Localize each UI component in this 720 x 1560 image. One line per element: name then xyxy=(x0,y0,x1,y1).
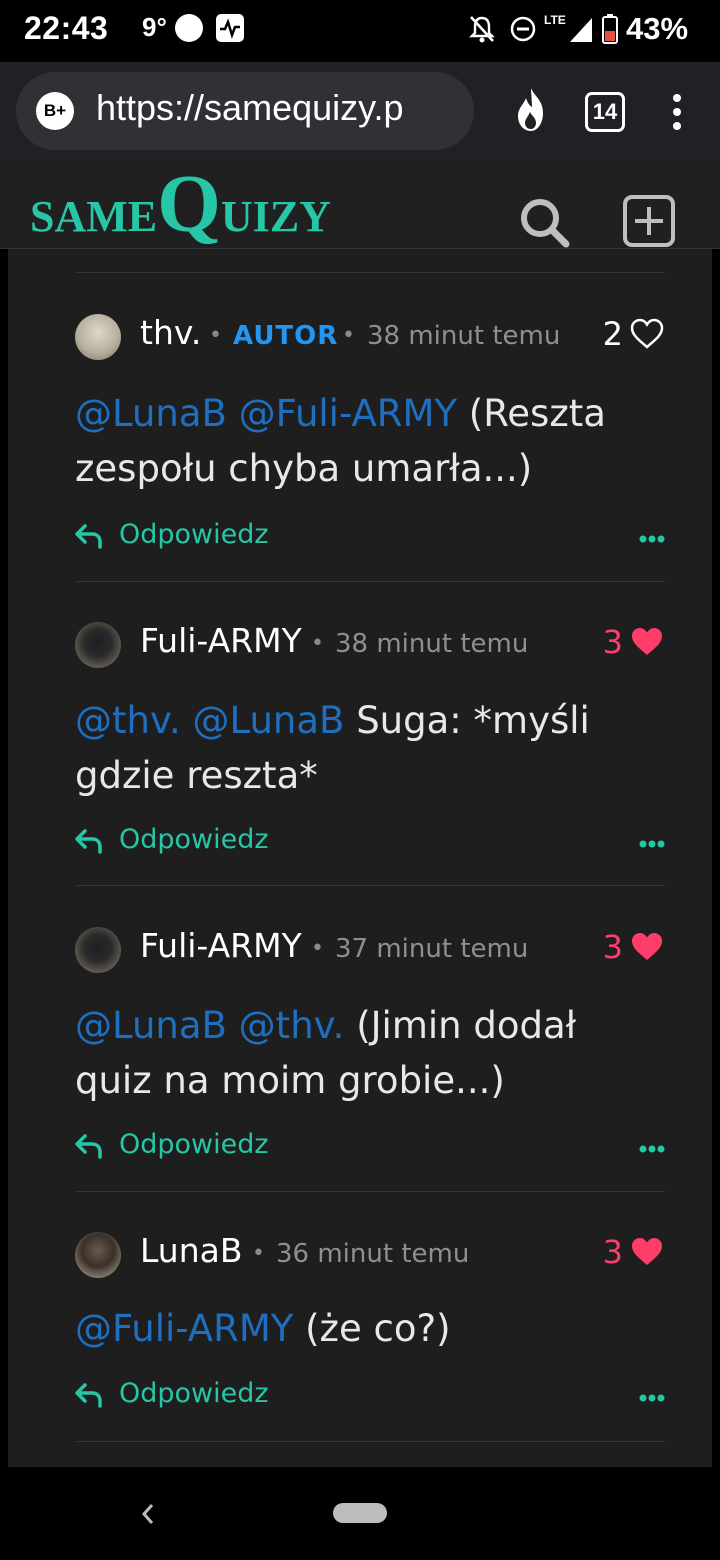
reply-arrow-icon xyxy=(75,1383,102,1408)
comment-author[interactable]: LunaB xyxy=(140,1231,243,1270)
reply-arrow-icon xyxy=(75,829,102,854)
avatar[interactable] xyxy=(75,314,121,360)
browser-toolbar: B+ https://samequizy.p 14 xyxy=(0,62,720,164)
comment-item: Fuli-ARMY • 38 minut temu 3 @thv. @LunaB… xyxy=(75,621,665,891)
comment-body: @LunaB @Fuli-ARMY (Reszta zespołu chyba … xyxy=(75,386,635,496)
comment-author[interactable]: Fuli-ARMY xyxy=(140,926,302,965)
comment-text: (że co?) xyxy=(293,1307,451,1350)
battery-icon xyxy=(602,14,618,44)
url-text[interactable]: https://samequizy.p xyxy=(96,87,466,129)
add-quiz-icon[interactable] xyxy=(622,194,676,248)
reply-button[interactable]: Odpowiedz xyxy=(75,1378,335,1414)
flame-icon[interactable] xyxy=(510,86,552,134)
comment-timestamp: 36 minut temu xyxy=(276,1239,470,1269)
more-options-icon[interactable] xyxy=(639,535,665,543)
like-button[interactable]: 3 xyxy=(603,621,665,661)
divider xyxy=(75,581,665,582)
svg-text:LTE: LTE xyxy=(544,13,566,27)
heart-filled-icon xyxy=(632,933,662,960)
reply-button[interactable]: Odpowiedz xyxy=(75,519,335,555)
comment-timestamp: 38 minut temu xyxy=(367,321,561,351)
weather-temperature: 9° xyxy=(142,12,167,42)
heart-filled-icon xyxy=(632,1238,662,1265)
reply-arrow-icon xyxy=(75,1134,102,1159)
comment-body: @LunaB @thv. (Jimin dodał quiz na moim g… xyxy=(75,998,650,1108)
comment-body: @Fuli-ARMY (że co?) xyxy=(75,1301,650,1356)
status-bar: 22:43 9° LTE 43% xyxy=(0,0,720,62)
comment-timestamp: 38 minut temu xyxy=(335,629,529,659)
comment-mentions[interactable]: @Fuli-ARMY xyxy=(75,1307,293,1350)
avatar[interactable] xyxy=(75,927,121,973)
divider xyxy=(75,1191,665,1192)
reply-button[interactable]: Odpowiedz xyxy=(75,1129,335,1165)
system-navigation-bar xyxy=(0,1467,720,1560)
overflow-menu-icon[interactable] xyxy=(664,88,690,136)
like-count: 3 xyxy=(602,928,623,966)
divider xyxy=(75,885,665,886)
clock: 22:43 xyxy=(24,10,109,46)
more-options-icon[interactable] xyxy=(639,840,665,848)
comment-item: thv. • AUTOR • 38 minut temu 2 @LunaB @F… xyxy=(75,313,665,583)
avatar[interactable] xyxy=(75,622,121,668)
author-badge: AUTOR xyxy=(233,321,339,351)
tab-switcher-button[interactable]: 14 xyxy=(585,92,625,132)
comment-item: Fuli-ARMY • 37 minut temu 3 @LunaB @thv.… xyxy=(75,926,665,1196)
divider xyxy=(75,272,665,273)
like-button[interactable]: 3 xyxy=(603,926,665,966)
like-count: 3 xyxy=(602,623,623,661)
comment-timestamp: 37 minut temu xyxy=(335,934,529,964)
divider xyxy=(75,1441,665,1442)
like-button[interactable]: 3 xyxy=(603,1231,665,1271)
heart-outline-icon xyxy=(630,318,664,349)
comment-mentions[interactable]: @LunaB @Fuli-ARMY xyxy=(75,392,457,435)
comments-section: thv. • AUTOR • 38 minut temu 2 @LunaB @F… xyxy=(8,249,712,1467)
battery-percentage: 43% xyxy=(626,11,689,46)
comment-author[interactable]: Fuli-ARMY xyxy=(140,621,302,660)
comment-item: LunaB • 36 minut temu 3 @Fuli-ARMY (że c… xyxy=(75,1231,665,1431)
more-options-icon[interactable] xyxy=(639,1145,665,1153)
search-icon[interactable] xyxy=(516,196,572,248)
comment-author[interactable]: thv. xyxy=(140,313,201,352)
heart-filled-icon xyxy=(632,628,662,655)
avatar[interactable] xyxy=(75,1232,121,1278)
comment-mentions[interactable]: @thv. @LunaB xyxy=(75,699,344,742)
back-icon[interactable] xyxy=(138,1501,158,1527)
reply-button[interactable]: Odpowiedz xyxy=(75,824,335,860)
site-header: SAMEQUIZY xyxy=(0,163,720,249)
bell-muted-icon xyxy=(469,16,495,43)
like-count: 2 xyxy=(602,315,623,353)
like-button[interactable]: 2 xyxy=(603,313,665,353)
comment-body: @thv. @LunaB Suga: *myśli gdzie reszta* xyxy=(75,693,635,803)
signal-icon: LTE xyxy=(544,13,592,42)
samequizy-logo[interactable]: SAMEQUIZY xyxy=(30,163,331,245)
do-not-disturb-icon xyxy=(510,16,536,42)
more-options-icon[interactable] xyxy=(639,1394,665,1402)
comment-mentions[interactable]: @LunaB @thv. xyxy=(75,1004,344,1047)
reply-arrow-icon xyxy=(75,524,102,549)
address-bar[interactable]: B+ https://samequizy.p xyxy=(16,72,474,150)
site-info-badge[interactable]: B+ xyxy=(36,92,74,130)
activity-icon xyxy=(216,14,244,42)
notification-dot-icon xyxy=(175,14,203,42)
home-button[interactable] xyxy=(333,1503,387,1523)
like-count: 3 xyxy=(602,1233,623,1271)
